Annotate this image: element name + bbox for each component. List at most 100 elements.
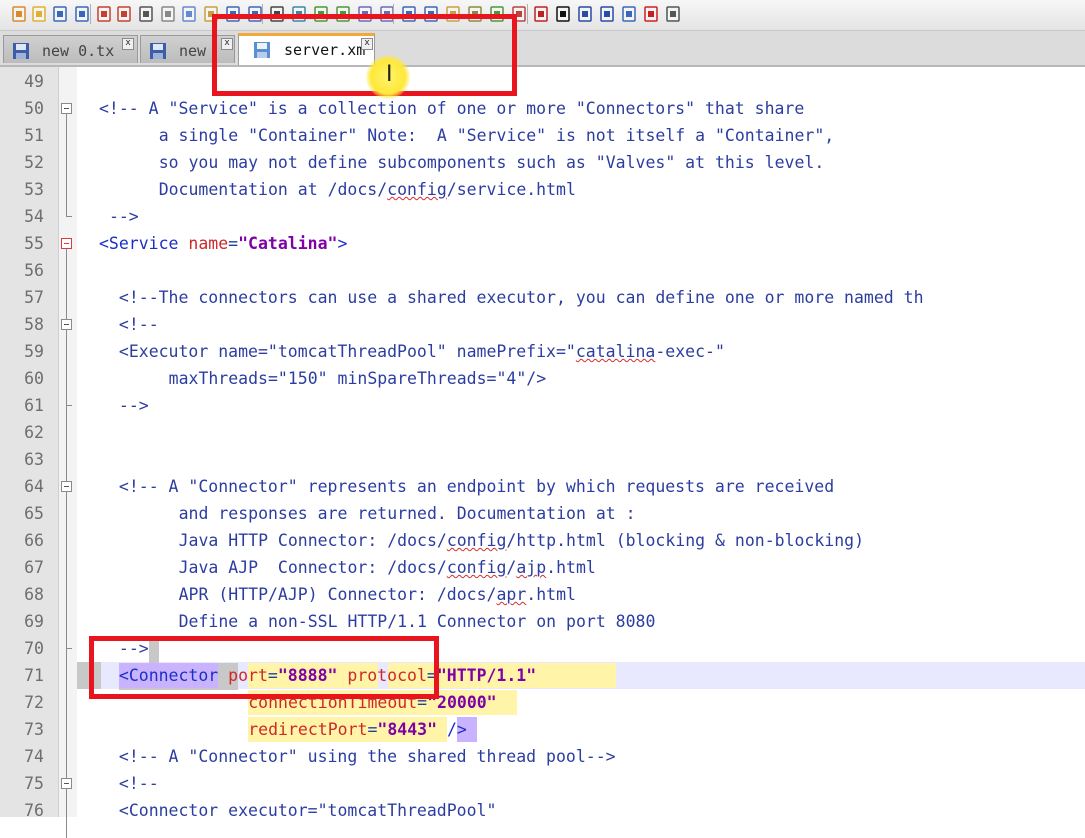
fold-end-marker — [66, 648, 72, 649]
saved-file-icon — [12, 42, 30, 60]
code-token: = — [307, 801, 318, 817]
extra-icon[interactable] — [662, 3, 684, 25]
code-token: APR (HTTP/AJP) Connector: /docs/ — [178, 585, 497, 604]
line-number: 59 — [24, 342, 44, 361]
code-token: /http.html (blocking & non-blocking) — [506, 531, 865, 550]
play-macro-icon[interactable] — [574, 3, 596, 25]
save-icon[interactable] — [49, 3, 71, 25]
comment-line: Define a non-SSL HTTP/1.1 Connector on p… — [179, 608, 656, 635]
code-token: redirectPort — [248, 720, 368, 739]
document-tab-bar: new 0.tx x new x server.xm x — [0, 31, 1085, 67]
comment-line: maxThreads="150" minSpareThreads="4"/> — [169, 365, 547, 392]
line-number: 69 — [24, 612, 44, 631]
line-number: 50 — [24, 99, 44, 118]
spell-check-icon[interactable] — [640, 3, 662, 25]
code-token: <!--The connectors can use a shared exec… — [118, 288, 924, 307]
line-number: 54 — [24, 207, 44, 226]
fold-guide-line — [66, 492, 67, 649]
copy-icon[interactable] — [178, 3, 200, 25]
line-number: 53 — [24, 180, 44, 199]
code-token: --> — [118, 396, 149, 415]
fold-guide-line — [66, 114, 67, 217]
line-number: 61 — [24, 396, 44, 415]
annotation-box-connector — [89, 636, 439, 699]
code-area[interactable]: <!-- A "Service" is a collection of one … — [77, 67, 1085, 817]
code-token: .html — [546, 558, 596, 577]
comment-line: <!--The connectors can use a shared exec… — [119, 284, 924, 311]
comment-line: <!-- — [119, 311, 159, 338]
comment-line: so you may not define subcomponents such… — [159, 149, 825, 176]
main-toolbar — [0, 0, 1085, 31]
text-cursor-icon: I — [386, 62, 393, 87]
code-token: <Executor name="tomcatThreadPool" namePr… — [118, 342, 576, 361]
line-number: 52 — [24, 153, 44, 172]
code-token: apr — [496, 585, 527, 604]
fold-margin — [59, 67, 77, 817]
comment-line: <!-- A "Service" is a collection of one … — [99, 95, 804, 122]
cut-icon[interactable] — [157, 3, 179, 25]
fold-toggle-icon[interactable] — [61, 103, 72, 114]
line-number: 63 — [24, 450, 44, 469]
toolbar-separator — [90, 4, 91, 24]
record-macro-icon[interactable] — [530, 3, 552, 25]
line-number: 71 — [24, 666, 44, 685]
code-token: <!-- A "Connector" represents an endpoin… — [118, 477, 835, 496]
code-token: --> — [108, 207, 139, 226]
line-number: 67 — [24, 558, 44, 577]
code-token: / — [506, 558, 517, 577]
line-number: 64 — [24, 477, 44, 496]
fold-end-marker — [66, 405, 72, 406]
stop-record-icon[interactable] — [552, 3, 574, 25]
code-token: Java HTTP Connector: /docs/ — [178, 531, 447, 550]
code-token: Define a non-SSL HTTP/1.1 Connector on p… — [178, 612, 656, 631]
comment-line: <Executor name="tomcatThreadPool" namePr… — [119, 338, 725, 365]
open-icon[interactable] — [28, 3, 50, 25]
code-token: /> — [446, 720, 467, 739]
code-token: "8443" — [377, 720, 438, 739]
code-token: <Connector — [118, 801, 229, 817]
line-number: 51 — [24, 126, 44, 145]
line-number: 73 — [24, 720, 44, 739]
fold-guide-line — [66, 330, 67, 406]
line-number: 56 — [24, 261, 44, 280]
line-number: 74 — [24, 747, 44, 766]
code-token: maxThreads="150" minSpareThreads="4"/> — [168, 369, 547, 388]
code-token: /service.html — [446, 180, 576, 199]
line-number: 62 — [24, 423, 44, 442]
code-token: executor — [228, 801, 308, 817]
tab-close-icon[interactable]: x — [122, 38, 134, 50]
line-number: 49 — [24, 72, 44, 91]
code-token: config — [446, 558, 507, 577]
close-all-icon[interactable] — [113, 3, 135, 25]
annotation-box-tab — [212, 14, 517, 96]
code-token: <Service — [99, 234, 189, 253]
code-token: <!-- — [118, 774, 159, 793]
close-icon[interactable] — [93, 3, 115, 25]
fold-toggle-icon[interactable] — [61, 778, 72, 789]
fold-toggle-icon[interactable] — [61, 238, 72, 249]
code-token: <!-- A "Connector" using the shared thre… — [118, 747, 616, 766]
tab-label: new — [179, 42, 207, 60]
line-number: 72 — [24, 693, 44, 712]
code-token: -exec-" — [655, 342, 725, 361]
fold-toggle-icon[interactable] — [61, 319, 72, 330]
line-number: 57 — [24, 288, 44, 307]
line-number-gutter: 49 50 51 52 53 54 55 56 57 58 59 60 61 62 63 64 65 66 67 68… — [0, 67, 59, 820]
save-macro-icon[interactable] — [618, 3, 640, 25]
code-token: and responses are returned. Documentatio… — [178, 504, 636, 523]
code-token: so you may not define subcomponents such… — [158, 153, 825, 172]
comment-line: APR (HTTP/AJP) Connector: /docs/apr.html — [179, 581, 576, 608]
code-token: a single "Container" Note: A "Service" i… — [158, 126, 835, 145]
comment-line: <!-- A "Connector" represents an endpoin… — [119, 473, 834, 500]
comment-line: --> — [119, 392, 149, 419]
new-icon[interactable] — [8, 3, 30, 25]
print-icon[interactable] — [135, 3, 157, 25]
connector-attr-line: redirectPort="8443" /> — [248, 716, 467, 743]
code-editor[interactable]: 49 50 51 52 53 54 55 56 57 58 59 60 61 62 63 64 65 66 67 68… — [0, 67, 1085, 838]
run-macro-multiple-icon[interactable] — [596, 3, 618, 25]
service-tag-line: <Service name="Catalina"> — [99, 230, 347, 257]
tab-new-0[interactable]: new 0.tx x — [3, 35, 138, 63]
fold-toggle-icon[interactable] — [61, 481, 72, 492]
code-token: Java AJP Connector: /docs/ — [178, 558, 447, 577]
comment-line: <!-- A "Connector" using the shared thre… — [119, 743, 616, 770]
